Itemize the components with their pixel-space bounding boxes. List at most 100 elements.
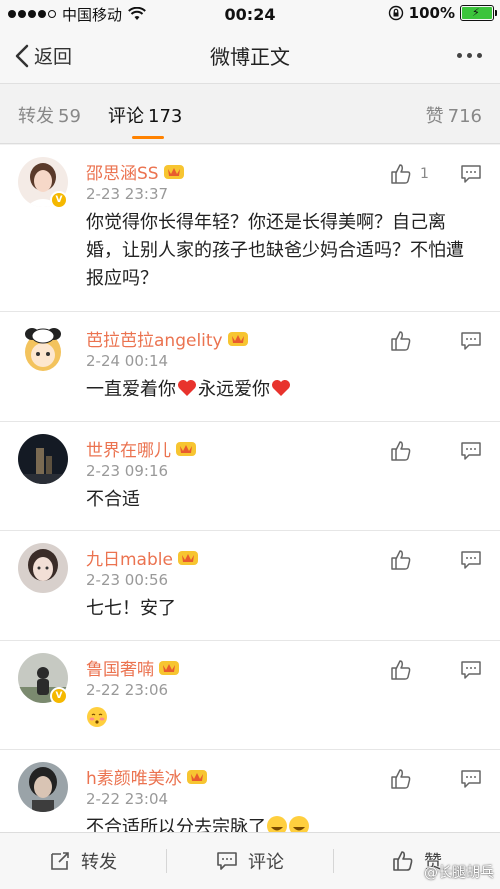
- comment-text: 七七！安了: [86, 598, 176, 619]
- tab-like-label: 赞: [425, 106, 444, 127]
- tab-repost-count: 59: [58, 106, 81, 127]
- like-count: 1: [420, 166, 429, 182]
- thumbs-up-icon: [391, 660, 411, 680]
- red-heart-icon: [270, 377, 292, 399]
- repost-label: 转发: [81, 852, 117, 873]
- signal-strength-icon: [8, 10, 56, 18]
- battery-percent: 100%: [408, 4, 455, 22]
- shy-face-emoji-icon: [86, 706, 108, 728]
- avatar[interactable]: [18, 762, 68, 812]
- avatar[interactable]: [18, 324, 68, 374]
- grin-emoji-icon: [266, 815, 288, 832]
- comment-username[interactable]: 世界在哪儿: [86, 436, 171, 461]
- like-button[interactable]: [390, 330, 440, 352]
- avatar[interactable]: [18, 543, 68, 593]
- comment-item: V 邵思涵SS 2-23 23:37 你觉得你长得年轻？你还是长得美啊？自己离婚…: [0, 145, 500, 312]
- verified-badge-icon: V: [50, 191, 68, 209]
- reply-button[interactable]: [460, 164, 482, 184]
- like-button[interactable]: [390, 768, 440, 790]
- comment-text-part: 一直爱着你: [86, 379, 176, 400]
- comment-username[interactable]: 邵思涵SS: [86, 159, 159, 184]
- tab-comment-count: 173: [148, 106, 183, 127]
- comment-list[interactable]: V 邵思涵SS 2-23 23:37 你觉得你长得年轻？你还是长得美啊？自己离婚…: [0, 145, 500, 832]
- wifi-icon: [128, 7, 146, 20]
- like-button[interactable]: [390, 549, 440, 571]
- comment-text: 一直爱着你 永远爱你: [86, 376, 482, 418]
- thumbs-up-icon: [391, 769, 411, 789]
- comment-username[interactable]: 芭拉芭拉angelity: [86, 326, 223, 351]
- comment-text-part: 永远爱你: [198, 379, 270, 400]
- more-dots-icon[interactable]: [457, 53, 482, 58]
- comment-bubble-icon: [217, 852, 237, 870]
- thumbs-up-icon: [391, 441, 411, 461]
- tab-comment[interactable]: 评论 173: [108, 102, 182, 128]
- comment-item: V 鲁国奢喃 2-22 23:06: [0, 641, 500, 750]
- like-button[interactable]: 1: [390, 163, 440, 185]
- comment-time: 2-23 23:37: [86, 185, 169, 203]
- avatar-image-icon: [18, 324, 68, 374]
- vip-crown-icon: [163, 162, 185, 180]
- thumbs-up-icon: [391, 331, 411, 351]
- avatar-image-icon: [18, 543, 68, 593]
- avatar-image-icon: [18, 762, 68, 812]
- comment-bubble-icon: [461, 332, 481, 350]
- comment-item: 芭拉芭拉angelity 2-24 00:14 一直爱着你 永远爱你: [0, 312, 500, 422]
- reply-button[interactable]: [460, 769, 482, 789]
- repost-icon: [51, 852, 69, 870]
- avatar[interactable]: [18, 434, 68, 484]
- grin-emoji-icon: [288, 815, 310, 832]
- comment-bubble-icon: [461, 770, 481, 788]
- active-tab-indicator: [132, 136, 164, 139]
- avatar-image-icon: [18, 434, 68, 484]
- reply-button[interactable]: [460, 441, 482, 461]
- watermark: @长腿胡乓: [424, 865, 494, 881]
- comment-item: 九日mable 2-23 00:56 七七！安了: [0, 531, 500, 641]
- comment-bubble-icon: [461, 165, 481, 183]
- tab-repost[interactable]: 转发 59: [18, 102, 81, 128]
- vip-crown-icon: [177, 548, 199, 566]
- chevron-left-icon: [15, 44, 29, 67]
- tab-repost-label: 转发: [18, 106, 54, 127]
- comment-time: 2-24 00:14: [86, 352, 169, 370]
- tab-like[interactable]: 赞 716: [426, 102, 482, 128]
- comment-label: 评论: [248, 852, 284, 873]
- back-label: 返回: [34, 46, 73, 68]
- comment-text-part: 不合适所以分去宗脉了: [86, 817, 266, 832]
- battery-icon: ⚡: [460, 5, 497, 21]
- comment-text: 不合适所以分去宗脉了: [86, 814, 482, 832]
- vip-crown-icon: [186, 767, 208, 785]
- vip-crown-icon: [227, 329, 249, 347]
- comment-text: [86, 705, 482, 747]
- comment-username[interactable]: 九日mable: [86, 545, 173, 570]
- thumbs-up-icon: [391, 164, 411, 184]
- comment-bubble-icon: [461, 661, 481, 679]
- status-bar: 中国移动 00:24 100% ⚡: [0, 0, 500, 28]
- vip-crown-icon: [175, 439, 197, 457]
- page-title: 微博正文: [210, 45, 290, 69]
- comment-text: 不合适: [86, 489, 140, 510]
- reply-button[interactable]: [460, 331, 482, 351]
- battery-level: ⚡: [462, 6, 492, 19]
- verified-badge-icon: V: [50, 687, 68, 705]
- like-button[interactable]: [390, 659, 440, 681]
- vip-crown-icon: [158, 658, 180, 676]
- comment-bubble-icon: [461, 442, 481, 460]
- reply-button[interactable]: [460, 660, 482, 680]
- tab-bar: 转发 59 评论 173 赞 716: [0, 84, 500, 144]
- repost-button[interactable]: 转发: [0, 848, 166, 874]
- comment-username[interactable]: h素颜唯美冰: [86, 764, 182, 789]
- comment-time: 2-22 23:04: [86, 790, 169, 808]
- comment-item: h素颜唯美冰 2-22 23:04 不合适所以分去宗脉了: [0, 750, 500, 832]
- nav-bar: 返回 微博正文: [0, 28, 500, 84]
- thumbs-up-icon: [391, 550, 411, 570]
- carrier-name: 中国移动: [62, 5, 123, 24]
- like-button[interactable]: [390, 440, 440, 462]
- comment-time: 2-23 00:56: [86, 571, 169, 589]
- back-button[interactable]: 返回: [14, 42, 72, 69]
- comment-button[interactable]: 评论: [167, 848, 333, 874]
- tab-like-count: 716: [447, 106, 482, 127]
- reply-button[interactable]: [460, 550, 482, 570]
- rotation-lock-icon: [388, 5, 403, 21]
- comment-bubble-icon: [461, 551, 481, 569]
- comment-username[interactable]: 鲁国奢喃: [86, 655, 154, 680]
